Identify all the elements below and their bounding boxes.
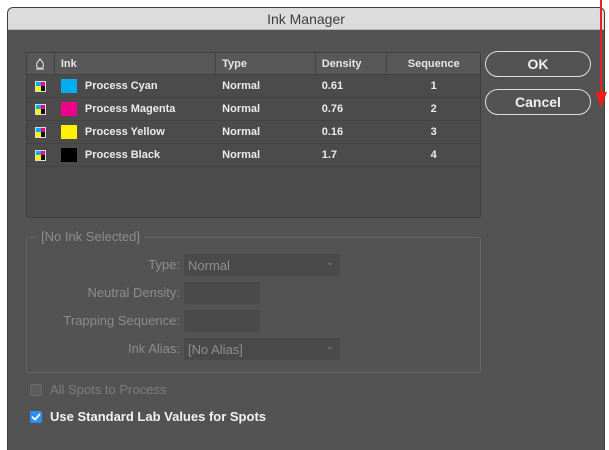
ink-sequence: 1: [430, 80, 437, 92]
ink-type: Normal: [222, 103, 261, 115]
group-legend: [No Ink Selected]: [37, 229, 144, 244]
ink-type: Normal: [222, 149, 261, 161]
column-header-density[interactable]: Density: [316, 53, 388, 74]
type-label: Type:: [148, 257, 180, 272]
use-standard-lab-checkbox[interactable]: [30, 410, 42, 423]
table-row[interactable]: Process Black Normal 1.7 4: [27, 144, 480, 167]
process-ink-icon: [35, 103, 47, 115]
ink-manager-dialog: Ink Manager Ink Type Density Sequence Pr…: [8, 8, 604, 450]
type-dropdown[interactable]: Normal ⌄: [184, 254, 340, 276]
dialog-title: Ink Manager: [267, 10, 345, 27]
neutral-density-field[interactable]: [184, 282, 260, 304]
ink-table: Ink Type Density Sequence Process Cyan N…: [26, 52, 481, 218]
use-standard-lab-option[interactable]: Use Standard Lab Values for Spots: [30, 409, 266, 424]
column-header-type[interactable]: Type: [216, 53, 316, 74]
all-spots-to-process-option[interactable]: All Spots to Process: [30, 382, 166, 397]
ink-density: 0.76: [321, 103, 344, 115]
process-ink-icon: [35, 149, 47, 161]
use-standard-lab-label: Use Standard Lab Values for Spots: [50, 409, 266, 424]
trapping-sequence-label: Trapping Sequence:: [63, 313, 180, 328]
ink-density: 0.61: [321, 80, 344, 92]
neutral-density-label: Neutral Density:: [87, 285, 180, 300]
ink-sequence: 2: [430, 103, 437, 115]
process-ink-icon: [35, 80, 47, 92]
ink-sequence: 4: [430, 149, 437, 161]
color-swatch: [60, 125, 77, 139]
table-row[interactable]: Process Yellow Normal 0.16 3: [27, 121, 480, 144]
ink-settings-group: [No Ink Selected] Type: Normal ⌄ Neutral…: [26, 229, 481, 373]
column-header-ink[interactable]: Ink: [55, 53, 217, 74]
ink-alias-dropdown[interactable]: [No Alias] ⌄: [184, 338, 340, 360]
ink-name: Process Black: [84, 149, 161, 161]
cancel-button[interactable]: Cancel: [485, 89, 591, 115]
column-header-sequence[interactable]: Sequence: [387, 53, 480, 74]
ink-type: Normal: [222, 80, 261, 92]
color-swatch: [60, 102, 77, 116]
ink-name: Process Cyan: [84, 80, 158, 92]
checkmark-icon: [31, 413, 41, 420]
all-spots-label: All Spots to Process: [50, 382, 167, 397]
ok-button[interactable]: OK: [485, 51, 591, 77]
ink-sequence: 3: [430, 126, 437, 138]
ink-alias-value: [No Alias]: [188, 341, 243, 357]
chevron-down-icon: ⌄: [325, 257, 334, 268]
all-spots-checkbox[interactable]: [30, 383, 42, 396]
ink-name: Process Magenta: [84, 103, 176, 115]
process-ink-icon: [35, 126, 47, 138]
color-swatch: [60, 79, 77, 93]
table-header: Ink Type Density Sequence: [27, 53, 480, 75]
ink-name: Process Yellow: [84, 126, 165, 138]
red-arrow-annotation: [595, 0, 607, 108]
title-bar[interactable]: Ink Manager: [8, 8, 604, 30]
table-row[interactable]: Process Cyan Normal 0.61 1: [27, 75, 480, 98]
ink-alias-label: Ink Alias:: [127, 341, 180, 356]
ink-type: Normal: [222, 126, 261, 138]
color-swatch: [60, 148, 77, 162]
type-value: Normal: [188, 257, 230, 273]
ink-density: 1.7: [321, 149, 338, 161]
ink-density: 0.16: [321, 126, 344, 138]
table-row[interactable]: Process Magenta Normal 0.76 2: [27, 98, 480, 121]
trapping-sequence-field[interactable]: [184, 310, 260, 332]
chevron-down-icon: ⌄: [325, 341, 334, 352]
ink-drop-icon: [27, 53, 55, 74]
